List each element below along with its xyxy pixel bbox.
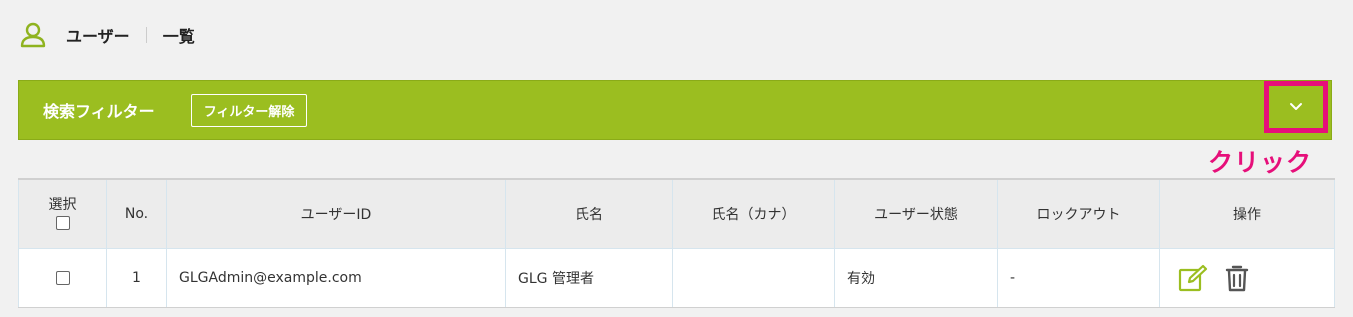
- filter-toggle-button[interactable]: [1264, 81, 1328, 133]
- row-name-kana: [672, 248, 835, 308]
- clear-filter-button[interactable]: フィルター解除: [190, 93, 308, 127]
- chevron-down-icon: [1290, 103, 1302, 110]
- col-ops: 操作: [1159, 178, 1335, 249]
- row-status: 有効: [834, 248, 998, 308]
- col-select: 選択: [18, 178, 107, 249]
- select-all-checkbox[interactable]: [55, 216, 70, 230]
- row-name: GLG 管理者: [505, 248, 673, 308]
- row-select-cell: [18, 248, 107, 308]
- row-lockout: -: [997, 248, 1160, 308]
- search-filter-bar: 検索フィルター フィルター解除: [18, 80, 1332, 140]
- col-lockout[interactable]: ロックアウト: [997, 178, 1160, 249]
- col-no[interactable]: No.: [106, 178, 167, 249]
- row-no: 1: [106, 248, 167, 308]
- table-header-row: 選択 No. ユーザーID 氏名 氏名（カナ） ユーザー状態 ロックアウト 操作: [18, 178, 1335, 249]
- col-user-id[interactable]: ユーザーID: [166, 178, 506, 249]
- row-ops-cell: [1159, 248, 1335, 308]
- page-header: ユーザー 一覧: [20, 22, 195, 48]
- filter-title: 検索フィルター: [43, 102, 155, 121]
- page-subtitle: 一覧: [162, 27, 195, 46]
- col-name-kana[interactable]: 氏名（カナ）: [672, 178, 835, 249]
- click-annotation: クリック: [1208, 148, 1313, 177]
- col-status[interactable]: ユーザー状態: [834, 178, 998, 249]
- row-user-id: GLGAdmin@example.com: [166, 248, 506, 308]
- col-select-label: 選択: [48, 197, 77, 213]
- breadcrumb-divider: [145, 27, 147, 43]
- users-table: 選択 No. ユーザーID 氏名 氏名（カナ） ユーザー状態 ロックアウト 操作…: [18, 178, 1335, 308]
- table-row: 1 GLGAdmin@example.com GLG 管理者 有効 -: [18, 248, 1335, 308]
- edit-icon[interactable]: [1178, 264, 1208, 292]
- col-name[interactable]: 氏名: [505, 178, 673, 249]
- row-checkbox[interactable]: [55, 271, 70, 285]
- trash-icon[interactable]: [1222, 264, 1252, 292]
- user-icon: [20, 22, 46, 48]
- page-title: ユーザー: [66, 27, 130, 46]
